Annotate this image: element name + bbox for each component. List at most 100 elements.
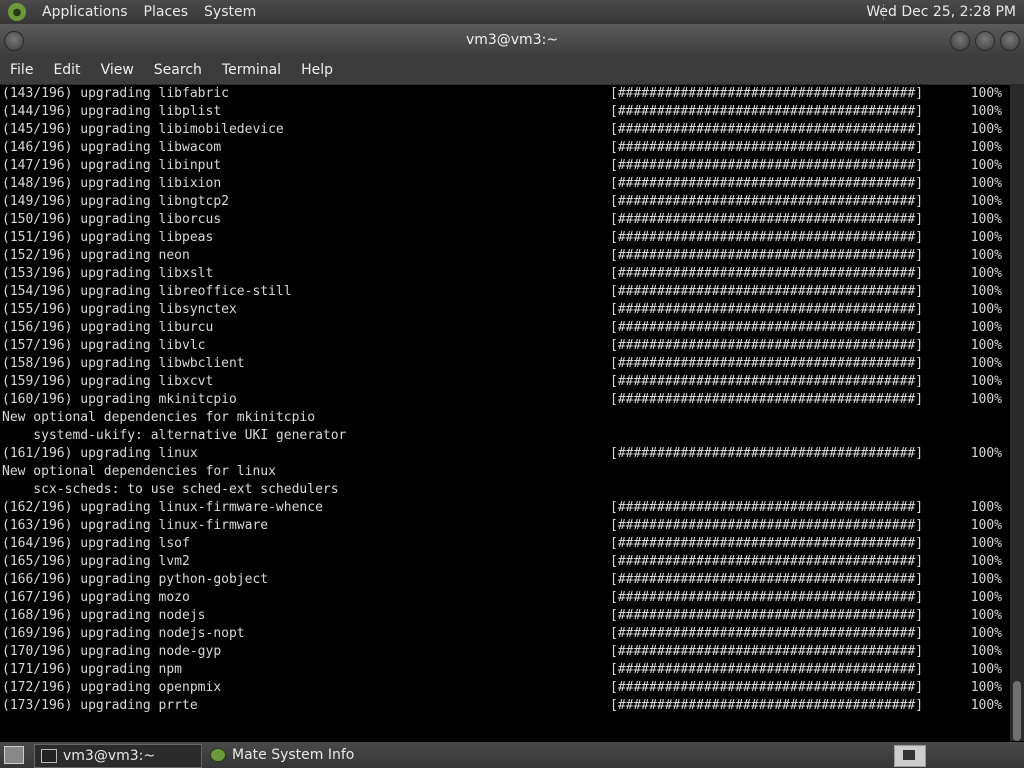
terminal-line-text: (146/196) upgrading libwacom (2, 140, 222, 155)
terminal-line: (158/196) upgrading libwbclient [########… (0, 355, 1010, 373)
progress-bar-text: [######################################] (610, 284, 924, 299)
progress-percent: 100% (970, 140, 1002, 155)
progress-bar-text: [######################################] (610, 140, 924, 155)
progress-percent: 100% (970, 680, 1002, 695)
terminal-line-text: (152/196) upgrading neon (2, 248, 190, 263)
terminal-line: (173/196) upgrading prrte [##############… (0, 697, 1010, 715)
terminal-line-text: (150/196) upgrading liborcus (2, 212, 222, 227)
terminal-line-text: systemd-ukify: alternative UKI generator (2, 428, 347, 443)
progress-percent: 100% (970, 626, 1002, 641)
terminal-line-text: (164/196) upgrading lsof (2, 536, 190, 551)
terminal-line: (167/196) upgrading mozo [###############… (0, 589, 1010, 607)
progress-bar-text: [######################################] (610, 248, 924, 263)
progress-percent: 100% (970, 446, 1002, 461)
progress-percent: 100% (970, 230, 1002, 245)
progress-bar-text: [######################################] (610, 518, 924, 533)
progress-percent: 100% (970, 122, 1002, 137)
clock[interactable]: Wed Dec 25, 2:28 PM (866, 0, 1016, 24)
progress-percent: 100% (970, 698, 1002, 713)
terminal-line: (161/196) upgrading linux [##############… (0, 445, 1010, 463)
terminal-line: (144/196) upgrading libplist [###########… (0, 103, 1010, 121)
progress-percent: 100% (970, 194, 1002, 209)
progress-percent: 100% (970, 518, 1002, 533)
progress-bar-text: [######################################] (610, 158, 924, 173)
terminal-line: (153/196) upgrading libxslt [############… (0, 265, 1010, 283)
progress-bar-text: [######################################] (610, 104, 924, 119)
workspace-switcher[interactable] (894, 745, 926, 767)
terminal-line: (160/196) upgrading mkinitcpio [#########… (0, 391, 1010, 409)
progress-percent: 100% (970, 392, 1002, 407)
menu-edit[interactable]: Edit (43, 62, 90, 78)
minimize-button[interactable] (950, 31, 970, 51)
terminal-line-text: (149/196) upgrading libngtcp2 (2, 194, 229, 209)
top-panel-menu: ● Applications Places System (8, 0, 272, 24)
menu-system[interactable]: System (204, 4, 256, 20)
terminal-output[interactable]: (143/196) upgrading libfabric [##########… (0, 85, 1010, 741)
terminal-line-text: (160/196) upgrading mkinitcpio (2, 392, 237, 407)
progress-bar-text: [######################################] (610, 608, 924, 623)
show-desktop-icon[interactable] (4, 746, 24, 764)
mate-logo-icon[interactable]: ● (8, 3, 26, 21)
progress-percent: 100% (970, 536, 1002, 551)
terminal-line-text: (159/196) upgrading libxcvt (2, 374, 214, 389)
terminal-line: (152/196) upgrading neon [###############… (0, 247, 1010, 265)
terminal-line-text: (172/196) upgrading openpmix (2, 680, 222, 695)
terminal-line: (149/196) upgrading libngtcp2 [##########… (0, 193, 1010, 211)
progress-bar-text: [######################################] (610, 230, 924, 245)
window-titlebar[interactable]: vm3@vm3:~ (0, 24, 1024, 56)
progress-percent: 100% (970, 284, 1002, 299)
terminal-scrollbar[interactable] (1010, 85, 1024, 741)
terminal-line: (154/196) upgrading libreoffice-still [##… (0, 283, 1010, 301)
terminal-line-text: (170/196) upgrading node-gyp (2, 644, 222, 659)
menu-help[interactable]: Help (291, 62, 343, 78)
terminal-line: (162/196) upgrading linux-firmware-whenc… (0, 499, 1010, 517)
menu-view[interactable]: View (91, 62, 144, 78)
terminal-line-text: (151/196) upgrading libpeas (2, 230, 214, 245)
terminal-line: New optional dependencies for linux (0, 463, 1010, 481)
menu-terminal[interactable]: Terminal (212, 62, 291, 78)
terminal-line: (156/196) upgrading liburcu [############… (0, 319, 1010, 337)
terminal-line: (163/196) upgrading linux-firmware [#####… (0, 517, 1010, 535)
terminal-line-text: (158/196) upgrading libwbclient (2, 356, 245, 371)
progress-bar-text: [######################################] (610, 644, 924, 659)
terminal-line-text: (153/196) upgrading libxslt (2, 266, 214, 281)
terminal-line: scx-scheds: to use sched-ext schedulers (0, 481, 1010, 499)
terminal-line-text: (157/196) upgrading libvlc (2, 338, 206, 353)
progress-percent: 100% (970, 176, 1002, 191)
terminal-line-text: New optional dependencies for mkinitcpio (2, 410, 316, 425)
progress-percent: 100% (970, 104, 1002, 119)
terminal-line: New optional dependencies for mkinitcpio (0, 409, 1010, 427)
progress-bar-text: [######################################] (610, 446, 924, 461)
menu-file[interactable]: File (0, 62, 43, 78)
menu-places[interactable]: Places (144, 4, 189, 20)
terminal-line-text: (148/196) upgrading libixion (2, 176, 222, 191)
terminal-line-text: (165/196) upgrading lvm2 (2, 554, 190, 569)
maximize-button[interactable] (975, 31, 995, 51)
terminal-line-text: (155/196) upgrading libsynctex (2, 302, 237, 317)
terminal-line-text: (162/196) upgrading linux-firmware-whenc… (2, 500, 323, 515)
progress-percent: 100% (970, 644, 1002, 659)
menu-search[interactable]: Search (144, 62, 212, 78)
close-button[interactable] (1000, 31, 1020, 51)
taskbar-label: vm3@vm3:~ (63, 748, 156, 764)
progress-bar-text: [######################################] (610, 698, 924, 713)
terminal-line: (165/196) upgrading lvm2 [###############… (0, 553, 1010, 571)
progress-bar-text: [######################################] (610, 500, 924, 515)
terminal-line-text: (156/196) upgrading liburcu (2, 320, 214, 335)
progress-percent: 100% (970, 338, 1002, 353)
progress-bar-text: [######################################] (610, 392, 924, 407)
progress-bar-text: [######################################] (610, 122, 924, 137)
scrollbar-thumb[interactable] (1013, 681, 1021, 741)
taskbar-item-terminal[interactable]: vm3@vm3:~ (34, 744, 202, 768)
progress-bar-text: [######################################] (610, 212, 924, 227)
menu-applications[interactable]: Applications (42, 4, 128, 20)
progress-percent: 100% (970, 248, 1002, 263)
progress-percent: 100% (970, 266, 1002, 281)
taskbar-item-mate-system-info[interactable]: Mate System Info (204, 744, 384, 766)
terminal-line: (143/196) upgrading libfabric [##########… (0, 85, 1010, 103)
progress-bar-text: [######################################] (610, 194, 924, 209)
progress-percent: 100% (970, 356, 1002, 371)
terminal-line-text: (171/196) upgrading npm (2, 662, 183, 677)
progress-bar-text: [######################################] (610, 320, 924, 335)
progress-bar-text: [######################################] (610, 590, 924, 605)
